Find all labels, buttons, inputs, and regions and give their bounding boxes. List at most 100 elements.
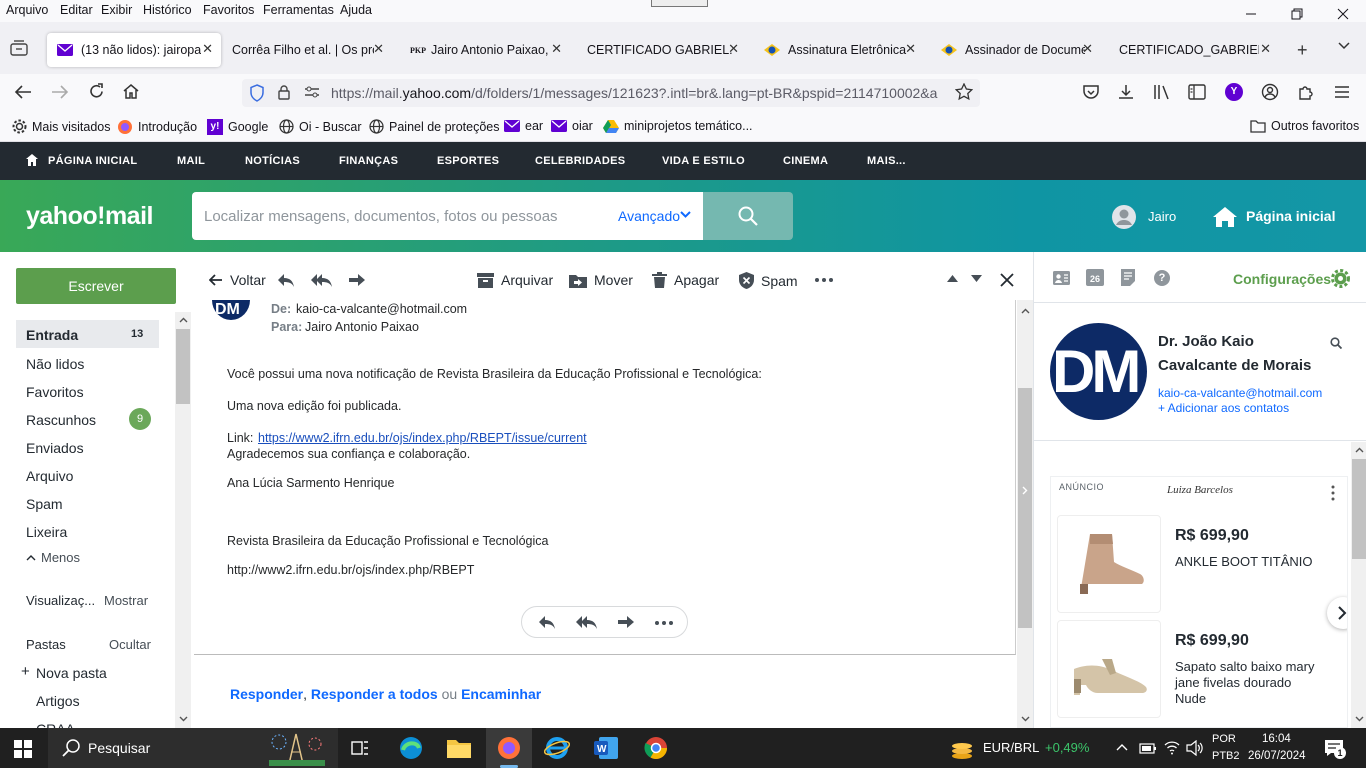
add-contact-link[interactable]: + Adicionar aos contatos	[1158, 401, 1289, 415]
archive-button[interactable]: Arquivar	[477, 272, 553, 288]
folders-hide-toggle[interactable]: Ocultar	[109, 637, 151, 652]
clock-date[interactable]: 26/07/2024	[1248, 750, 1306, 762]
nav-celebridades[interactable]: CELEBRIDADES	[535, 155, 625, 167]
home-icon[interactable]	[122, 83, 140, 100]
task-view-icon[interactable]	[351, 739, 369, 757]
chrome-icon[interactable]	[643, 736, 669, 760]
permissions-icon[interactable]	[304, 86, 320, 99]
bookmark-introducao[interactable]: Introdução	[117, 119, 197, 135]
tab-list-icon[interactable]	[10, 40, 28, 56]
bookmark-outros-favoritos[interactable]: Outros favoritos	[1250, 119, 1359, 133]
product-image-shoe[interactable]	[1057, 620, 1161, 718]
extensions-icon[interactable]	[1297, 83, 1315, 101]
user-avatar-icon[interactable]	[1111, 204, 1137, 230]
folder-lixeira[interactable]: Lixeira	[26, 524, 67, 540]
search-box[interactable]: Localizar mensagens, documentos, fotos o…	[192, 192, 703, 240]
close-tab-icon[interactable]: ✕	[1260, 41, 1271, 57]
bookmark-ear[interactable]: ear	[504, 119, 543, 133]
reload-icon[interactable]	[88, 83, 105, 100]
ad-card[interactable]: ANÚNCIO Luiza Barcelos R$ 699,90 ANKLE B…	[1050, 476, 1348, 728]
help-icon[interactable]: ?	[1154, 270, 1170, 286]
folder-rascunhos[interactable]: Rascunhos	[26, 412, 96, 428]
tab-certificado-pdf[interactable]: CERTIFICADO GABRIEL.pdf ✕	[577, 33, 747, 67]
currency-icon[interactable]	[950, 738, 974, 760]
sidebar-toggle-icon[interactable]	[1188, 84, 1206, 100]
back-arrow-icon[interactable]	[14, 84, 32, 100]
search-input[interactable]: Localizar mensagens, documentos, fotos o…	[204, 208, 558, 225]
tab-yahoo-mail[interactable]: (13 não lidos): jairopai ✕	[47, 33, 221, 67]
menu-arquivo[interactable]: Arquivo	[6, 3, 48, 17]
delete-button[interactable]: Apagar	[652, 272, 719, 288]
downloads-icon[interactable]	[1117, 83, 1135, 101]
folder-spam[interactable]: Spam	[26, 496, 63, 512]
bookmark-star-icon[interactable]	[955, 83, 973, 101]
tab-assinatura[interactable]: Assinatura Eletrônica – ✕	[754, 33, 924, 67]
scroll-up-arrow-icon[interactable]	[1355, 447, 1364, 453]
currency-ticker[interactable]: EUR/BRL	[983, 740, 1039, 755]
tray-chevron-up-icon[interactable]	[1116, 743, 1128, 751]
spam-button[interactable]: Spam	[739, 272, 798, 289]
contact-email[interactable]: kaio-ca-valcante@hotmail.com	[1158, 386, 1322, 400]
nav-mais[interactable]: MAIS...	[867, 155, 906, 167]
menu-historico[interactable]: Histórico	[143, 3, 192, 17]
nav-cinema[interactable]: CINEMA	[783, 155, 828, 167]
internet-explorer-icon[interactable]	[544, 736, 570, 760]
reply-all-icon[interactable]	[576, 616, 598, 630]
reply-all-link[interactable]: Responder a todos	[311, 686, 438, 702]
notepad-icon[interactable]	[1121, 269, 1135, 286]
nav-financas[interactable]: FINANÇAS	[339, 155, 398, 167]
close-tab-icon[interactable]: ✕	[1082, 41, 1093, 57]
less-toggle[interactable]: Menos	[41, 550, 80, 565]
previous-message-icon[interactable]	[947, 275, 958, 282]
search-icon[interactable]	[1330, 337, 1342, 349]
tab-certificado-ass[interactable]: CERTIFICADO_GABRIEL_ass ✕	[1109, 33, 1279, 67]
reply-link[interactable]: Responder	[230, 686, 303, 702]
bookmark-google[interactable]: y! Google	[207, 119, 268, 135]
home-icon[interactable]	[1212, 206, 1238, 228]
reply-icon[interactable]	[277, 273, 295, 288]
right-scroll-thumb[interactable]	[1352, 459, 1366, 559]
tab-correa[interactable]: Corrêa Filho et al. | Os proc ✕	[222, 33, 392, 67]
keyboard-layout[interactable]: PTB2	[1212, 750, 1240, 762]
menu-favoritos[interactable]: Favoritos	[203, 3, 254, 17]
gear-icon[interactable]	[1331, 269, 1350, 288]
sidebar-scrollbar[interactable]	[175, 312, 191, 728]
advanced-search-link[interactable]: Avançado	[618, 208, 680, 224]
nav-pagina-inicial[interactable]: PÁGINA INICIAL	[48, 155, 137, 167]
right-panel-scrollbar[interactable]	[1351, 442, 1366, 728]
nav-vida-estilo[interactable]: VIDA E ESTILO	[662, 155, 745, 167]
menu-ajuda[interactable]: Ajuda	[340, 3, 372, 17]
settings-link[interactable]: Configurações	[1233, 271, 1331, 287]
more-options-icon[interactable]	[655, 621, 673, 625]
firefox-taskbar-active[interactable]	[486, 728, 532, 768]
menu-exibir[interactable]: Exibir	[101, 3, 132, 17]
folder-entrada[interactable]: Entrada 13	[16, 320, 159, 348]
more-options-icon[interactable]	[815, 278, 833, 282]
tab-overflow-chevron-icon[interactable]	[1338, 42, 1350, 50]
sidebar-scroll-thumb[interactable]	[176, 329, 190, 404]
nav-mail[interactable]: MAIL	[177, 155, 205, 167]
taskbar-search[interactable]: Pesquisar	[48, 728, 338, 768]
scroll-down-arrow-icon[interactable]	[1021, 716, 1030, 722]
scroll-up-arrow-icon[interactable]	[179, 317, 188, 323]
new-tab-icon[interactable]: +	[1297, 40, 1308, 61]
bookmark-mais-visitados[interactable]: Mais visitados	[12, 119, 111, 134]
folder-arquivo[interactable]: Arquivo	[26, 468, 73, 484]
folder-favoritos[interactable]: Favoritos	[26, 384, 84, 400]
views-show-toggle[interactable]: Mostrar	[104, 593, 148, 608]
reply-all-icon[interactable]	[311, 273, 333, 288]
tab-pkp[interactable]: PKP Jairo Antonio Paixao, F ✕	[400, 33, 570, 67]
account-icon[interactable]	[1261, 83, 1279, 101]
url-bar[interactable]: https://mail.yahoo.com/d/folders/1/messa…	[242, 79, 980, 107]
forward-link[interactable]: Encaminhar	[461, 686, 541, 702]
calendar-icon[interactable]: 26	[1086, 269, 1104, 286]
nav-noticias[interactable]: NOTÍCIAS	[245, 155, 300, 167]
forward-icon[interactable]	[348, 273, 366, 288]
hamburger-menu-icon[interactable]	[1334, 85, 1350, 99]
shield-icon[interactable]	[249, 84, 265, 102]
scroll-down-arrow-icon[interactable]	[179, 716, 188, 722]
nav-esportes[interactable]: ESPORTES	[437, 155, 499, 167]
compose-button[interactable]: Escrever	[16, 268, 176, 304]
library-icon[interactable]	[1153, 83, 1171, 101]
tab-assinador[interactable]: Assinador de Documen ✕	[931, 33, 1101, 67]
